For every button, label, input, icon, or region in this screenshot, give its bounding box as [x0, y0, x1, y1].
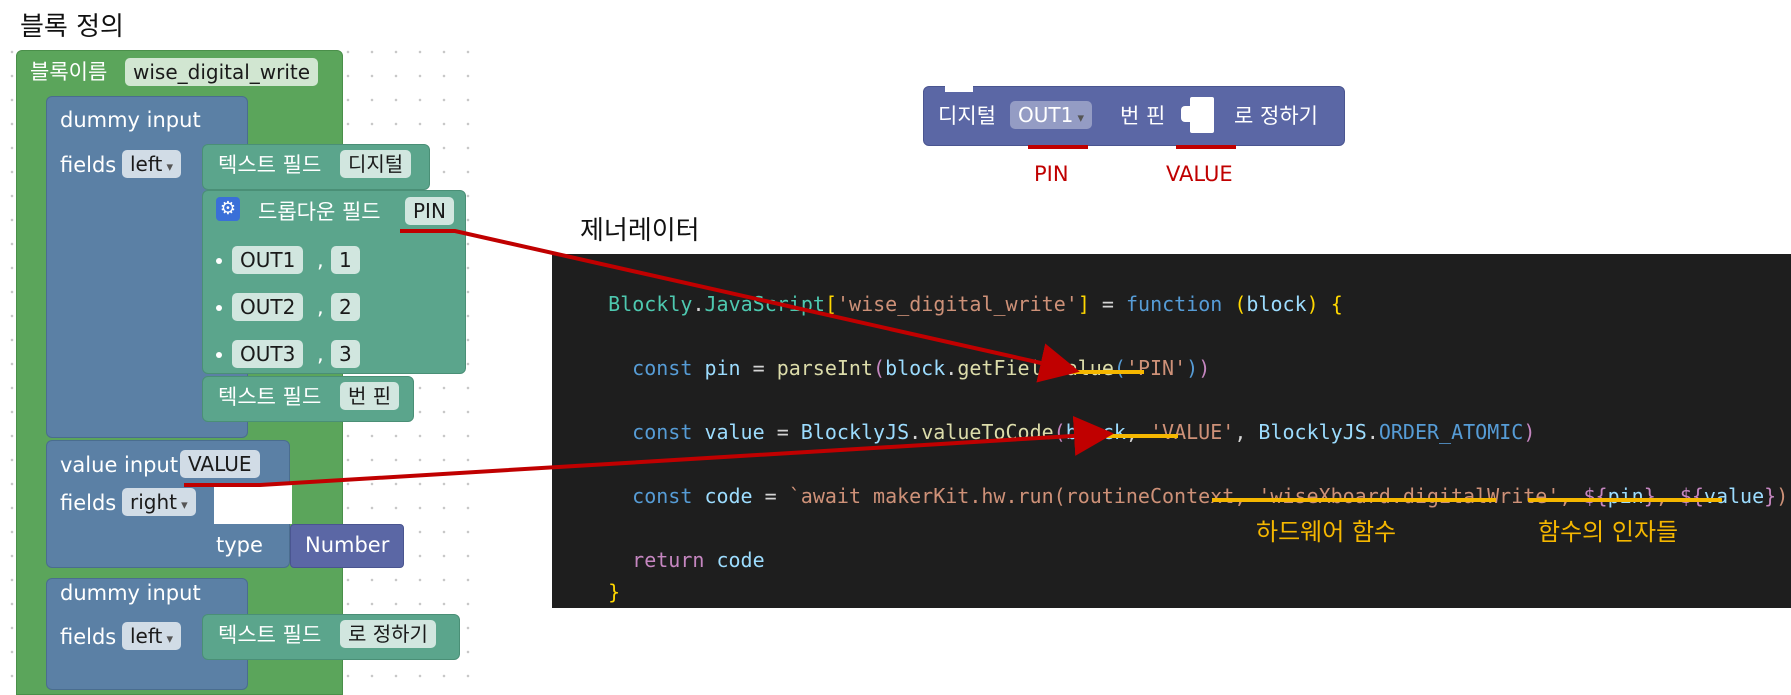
mapping-arrows [184, 229, 1114, 487]
pin-arrow [400, 229, 1080, 383]
value-arrow [184, 415, 1114, 487]
